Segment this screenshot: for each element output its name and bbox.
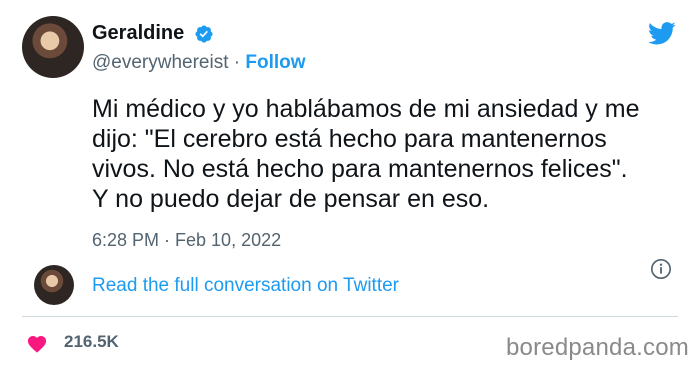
like-count[interactable]: 216.5K	[64, 332, 119, 352]
tweet-text: Mi médico y yo hablábamos de mi ansiedad…	[92, 94, 672, 214]
tweet-line: vivos. No está hecho para mantenernos fe…	[92, 155, 628, 183]
divider	[22, 316, 678, 317]
tweet-timestamp[interactable]: 6:28 PM · Feb 10, 2022	[92, 230, 281, 251]
twitter-bird-icon[interactable]	[646, 19, 678, 47]
follow-button[interactable]: Follow	[245, 52, 305, 73]
tweet-line: Y no puedo dejar de pensar en eso.	[92, 185, 490, 213]
verified-badge-icon	[195, 25, 213, 43]
separator-dot: ·	[233, 52, 241, 73]
heart-icon[interactable]	[26, 333, 48, 353]
read-conversation-link[interactable]: Read the full conversation on Twitter	[92, 275, 399, 297]
tweet-line: Mi médico y yo hablábamos de mi ansiedad…	[92, 95, 640, 123]
author-name[interactable]: Geraldine	[92, 22, 184, 45]
info-icon[interactable]	[650, 258, 672, 280]
conversation-avatar[interactable]	[34, 265, 74, 305]
author-handle[interactable]: @everywhereist	[92, 52, 229, 73]
author-avatar[interactable]	[22, 16, 84, 78]
author-handle-row: @everywhereist · Follow	[92, 52, 306, 74]
tweet-line: dijo: "El cerebro está hecho para manten…	[92, 125, 607, 153]
watermark: boredpanda.com	[506, 334, 689, 361]
